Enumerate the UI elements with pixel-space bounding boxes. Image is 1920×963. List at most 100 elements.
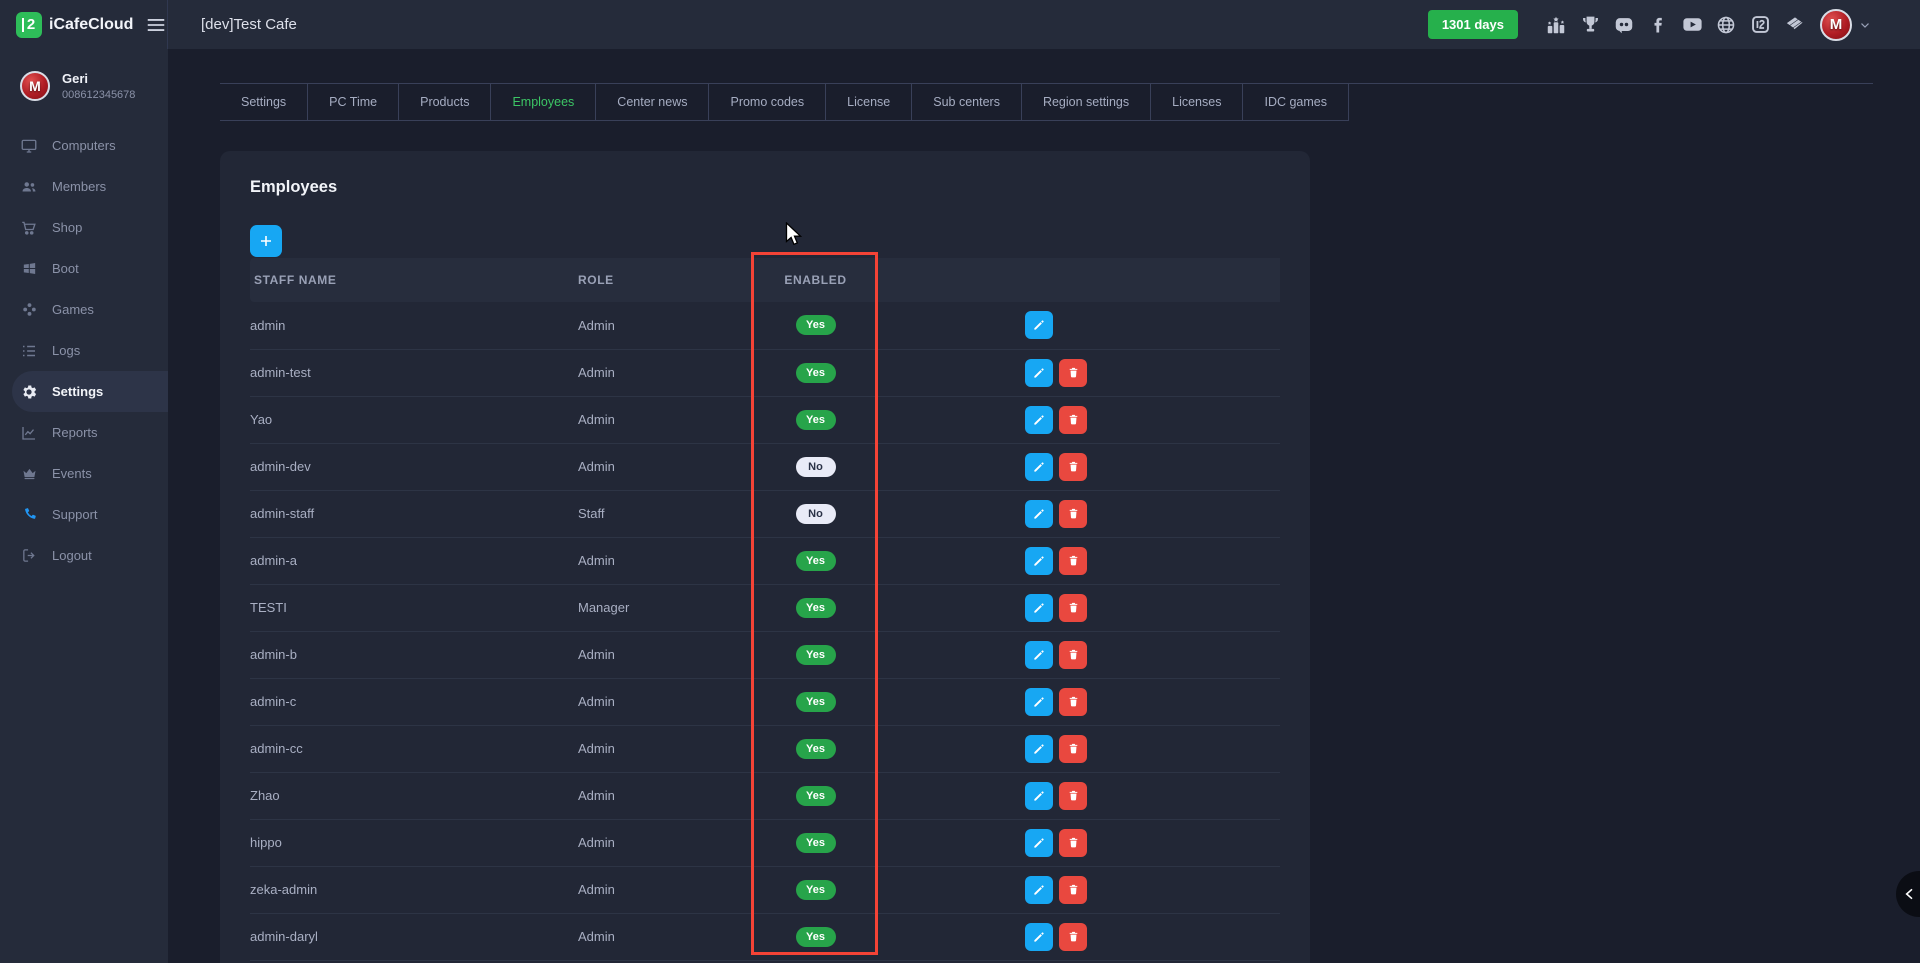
enabled-badge: Yes: [796, 833, 836, 853]
staff-name-cell: zeka-admin: [250, 866, 578, 913]
tab[interactable]: Center news: [596, 84, 709, 120]
main-content: Settings PC Time Products Employees Cent…: [168, 49, 1920, 963]
tab[interactable]: Licenses: [1151, 84, 1243, 120]
sidebar-item-boot[interactable]: Boot: [0, 248, 168, 289]
sidebar-item-logs[interactable]: Logs: [0, 330, 168, 371]
role-cell: Admin: [578, 913, 753, 960]
delete-button[interactable]: [1059, 406, 1087, 434]
delete-button[interactable]: [1059, 547, 1087, 575]
role-cell: Admin: [578, 678, 753, 725]
delete-button[interactable]: [1059, 641, 1087, 669]
hamburger-menu-icon[interactable]: [145, 14, 167, 36]
sidebar-item-computers[interactable]: Computers: [0, 125, 168, 166]
sidebar-item-logout[interactable]: Logout: [0, 535, 168, 576]
icafecloud-mini-icon[interactable]: [1748, 13, 1772, 37]
gear-icon: [20, 383, 38, 401]
table-row: admin-dev Admin No: [250, 443, 1280, 490]
discord-icon[interactable]: [1612, 13, 1636, 37]
edit-button[interactable]: [1025, 782, 1053, 810]
edit-button[interactable]: [1025, 406, 1053, 434]
edit-button[interactable]: [1025, 359, 1053, 387]
enabled-badge: Yes: [796, 880, 836, 900]
delete-button[interactable]: [1059, 359, 1087, 387]
enabled-badge: No: [796, 504, 836, 524]
chevron-down-icon[interactable]: [1858, 18, 1872, 32]
edit-button[interactable]: [1025, 311, 1053, 339]
delete-button[interactable]: [1059, 594, 1087, 622]
brand-zone: 2 iCafeCloud: [0, 0, 168, 49]
days-remaining-button[interactable]: 1301 days: [1428, 10, 1518, 39]
chart-icon: [20, 424, 38, 442]
trophy-icon[interactable]: [1578, 13, 1602, 37]
enabled-badge: Yes: [796, 598, 836, 618]
edit-button[interactable]: [1025, 641, 1053, 669]
staff-name-cell: admin-cc: [250, 725, 578, 772]
edit-button[interactable]: [1025, 594, 1053, 622]
icafecloud-logo-icon: 2: [16, 12, 42, 38]
delete-button[interactable]: [1059, 782, 1087, 810]
user-avatar[interactable]: M: [1820, 9, 1852, 41]
youtube-icon[interactable]: [1680, 13, 1704, 37]
staff-name-cell: Zhao: [250, 772, 578, 819]
sidebar-item-games[interactable]: Games: [0, 289, 168, 330]
sidebar-item-events[interactable]: Events: [0, 453, 168, 494]
edit-button[interactable]: [1025, 876, 1053, 904]
delete-button[interactable]: [1059, 923, 1087, 951]
staff-name-cell: admin-test: [250, 349, 578, 396]
gamepad-icon: [20, 301, 38, 319]
enabled-badge: Yes: [796, 315, 836, 335]
role-cell: Admin: [578, 866, 753, 913]
tab[interactable]: Products: [399, 84, 491, 120]
sidebar-item-reports[interactable]: Reports: [0, 412, 168, 453]
role-cell: Admin: [578, 396, 753, 443]
tab[interactable]: Employees: [491, 84, 596, 120]
staff-name-cell: admin-a: [250, 537, 578, 584]
tab[interactable]: Sub centers: [912, 84, 1022, 120]
staff-name-cell: hippo: [250, 819, 578, 866]
edit-button[interactable]: [1025, 923, 1053, 951]
delete-button[interactable]: [1059, 829, 1087, 857]
facebook-icon[interactable]: [1646, 13, 1670, 37]
table-row: admin Admin Yes: [250, 302, 1280, 349]
delete-button[interactable]: [1059, 735, 1087, 763]
sidebar-item-shop[interactable]: Shop: [0, 207, 168, 248]
ranking-icon[interactable]: [1544, 13, 1568, 37]
staff-name-cell: admin: [250, 302, 578, 349]
tab[interactable]: Promo codes: [709, 84, 826, 120]
tab[interactable]: License: [826, 84, 912, 120]
edit-button[interactable]: [1025, 500, 1053, 528]
tab[interactable]: PC Time: [308, 84, 399, 120]
edit-button[interactable]: [1025, 829, 1053, 857]
delete-button[interactable]: [1059, 453, 1087, 481]
tab[interactable]: IDC games: [1243, 84, 1349, 120]
edit-button[interactable]: [1025, 547, 1053, 575]
sidebar: M Geri 008612345678 Computers Members Sh…: [0, 49, 168, 963]
table-row: admin-staff Staff No: [250, 490, 1280, 537]
delete-button[interactable]: [1059, 876, 1087, 904]
sidebar-item-members[interactable]: Members: [0, 166, 168, 207]
tab[interactable]: Region settings: [1022, 84, 1151, 120]
table-row: admin-cc Admin Yes: [250, 725, 1280, 772]
enabled-badge: No: [796, 457, 836, 477]
staff-name-cell: TESTI: [250, 584, 578, 631]
tab[interactable]: Settings: [220, 84, 308, 120]
globe-icon[interactable]: [1714, 13, 1738, 37]
staff-name-cell: admin-dev: [250, 443, 578, 490]
column-staff-name: STAFF NAME: [250, 258, 578, 302]
edit-button[interactable]: [1025, 735, 1053, 763]
employees-table: STAFF NAME ROLE ENABLED admin Admin Yes: [250, 258, 1280, 961]
staff-name-cell: admin-staff: [250, 490, 578, 537]
layers-icon[interactable]: [1782, 13, 1806, 37]
edit-button[interactable]: [1025, 453, 1053, 481]
delete-button[interactable]: [1059, 500, 1087, 528]
table-row: hippo Admin Yes: [250, 819, 1280, 866]
table-row: TESTI Manager Yes: [250, 584, 1280, 631]
user-name: Geri: [62, 71, 135, 86]
tabs: Settings PC Time Products Employees Cent…: [220, 84, 1349, 121]
delete-button[interactable]: [1059, 688, 1087, 716]
sidebar-item-settings[interactable]: Settings: [12, 371, 168, 412]
add-employee-button[interactable]: [250, 225, 282, 257]
edit-button[interactable]: [1025, 688, 1053, 716]
table-row: admin-c Admin Yes: [250, 678, 1280, 725]
sidebar-item-support[interactable]: Support: [0, 494, 168, 535]
